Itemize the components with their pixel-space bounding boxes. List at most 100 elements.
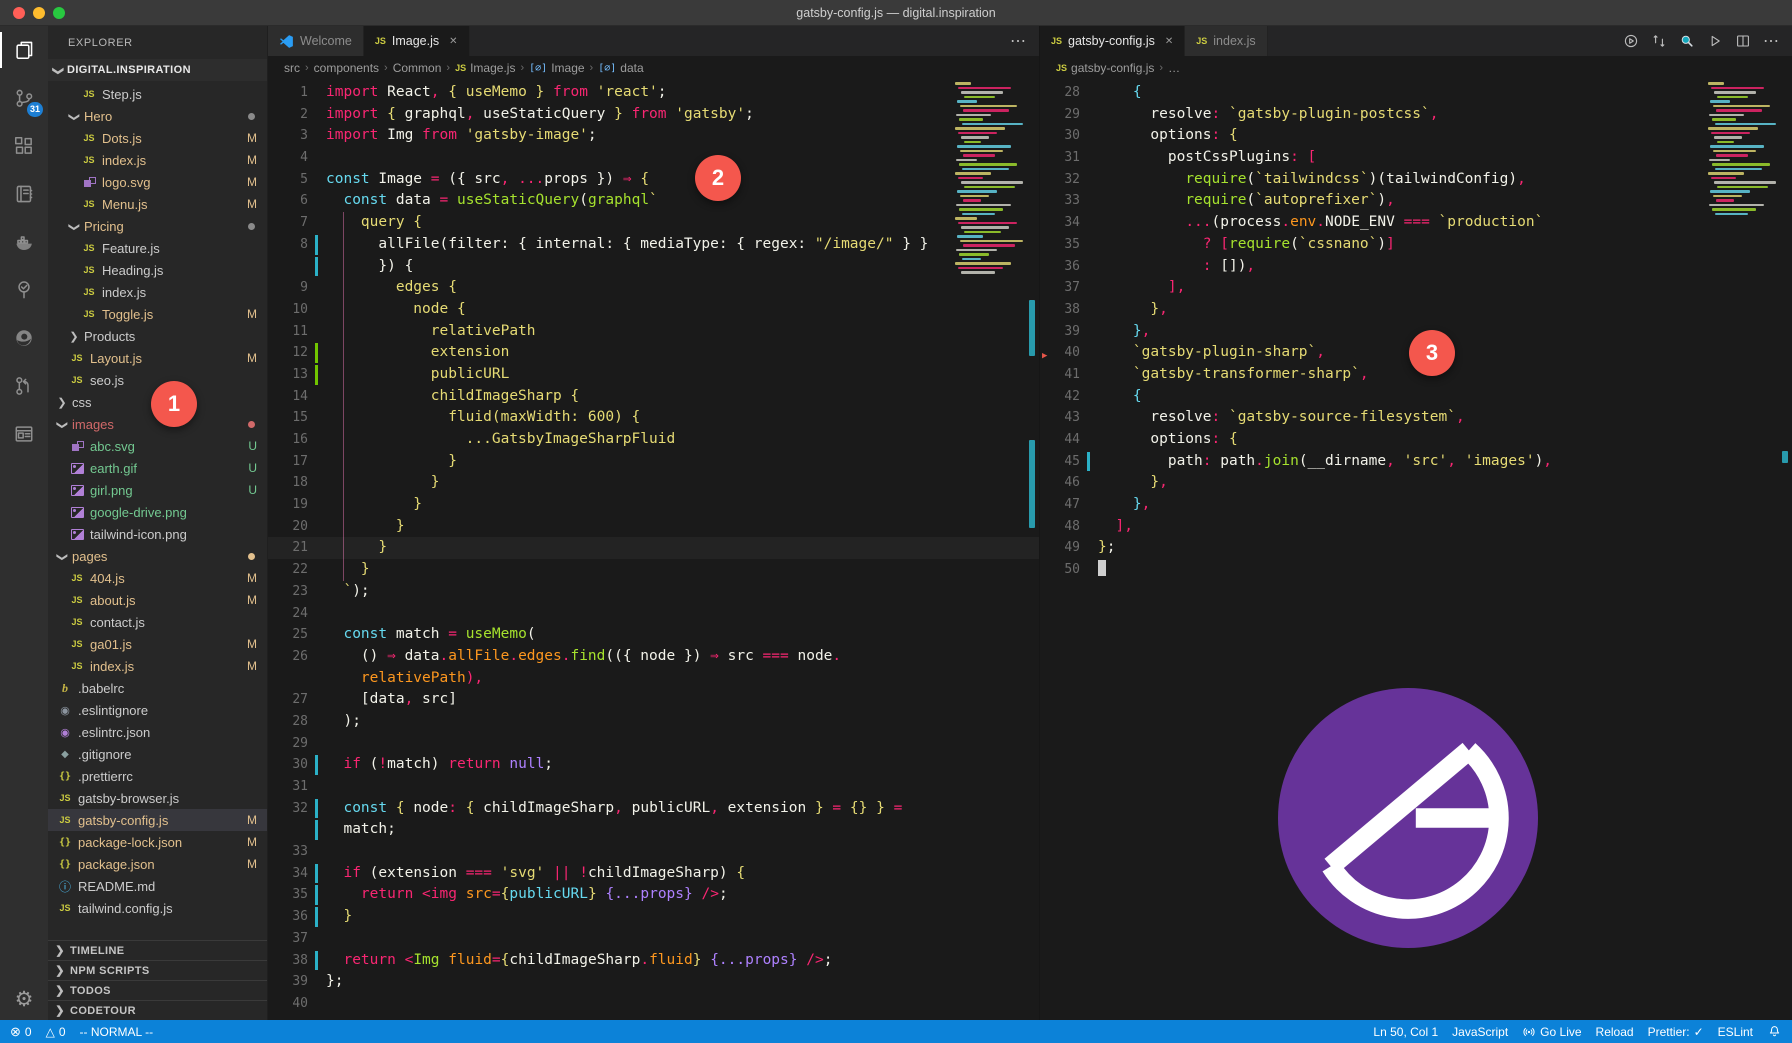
code-line[interactable]: 22 } bbox=[268, 559, 1039, 581]
tree-file-menu-js[interactable]: JSMenu.jsM bbox=[48, 193, 267, 215]
more-icon[interactable]: ⋯ bbox=[1763, 31, 1780, 51]
breadcrumb-item[interactable]: components bbox=[314, 61, 379, 75]
tree-file-gatsby-browser-js[interactable]: JSgatsby-browser.js bbox=[48, 787, 267, 809]
project-root[interactable]: ❯ DIGITAL.INSPIRATION bbox=[48, 59, 267, 81]
tree-file-ga01-js[interactable]: JSga01.jsM bbox=[48, 633, 267, 655]
code-line[interactable]: 37 bbox=[268, 928, 1039, 950]
tree-folder-hero[interactable]: ❯Hero bbox=[48, 105, 267, 127]
code-line[interactable]: 16 ...GatsbyImageSharpFluid bbox=[268, 429, 1039, 451]
status-0[interactable]: ⊗0 bbox=[10, 1024, 32, 1040]
code-line[interactable]: 42 { bbox=[1040, 386, 1792, 408]
code-line[interactable]: 28 ); bbox=[268, 711, 1039, 733]
status-eslint[interactable]: ESLint bbox=[1718, 1025, 1753, 1039]
code-line[interactable]: 33 bbox=[268, 841, 1039, 863]
code-line[interactable]: 47 }, bbox=[1040, 494, 1792, 516]
status-0[interactable]: △0 bbox=[46, 1025, 66, 1039]
code-line[interactable]: 9 edges { bbox=[268, 277, 1039, 299]
activity-window-preview-icon[interactable] bbox=[0, 410, 48, 458]
status-reload[interactable]: Reload bbox=[1596, 1025, 1634, 1039]
tree-file-toggle-js[interactable]: JSToggle.jsM bbox=[48, 303, 267, 325]
code-line[interactable]: 20 } bbox=[268, 516, 1039, 538]
status-ln-50-col-1[interactable]: Ln 50, Col 1 bbox=[1373, 1025, 1438, 1039]
tree-file-404-js[interactable]: JS404.jsM bbox=[48, 567, 267, 589]
breadcrumb-item[interactable]: JSgatsby-config.js bbox=[1056, 61, 1154, 75]
tree-file-step-js[interactable]: JSStep.js bbox=[48, 83, 267, 105]
tab-welcome[interactable]: Welcome bbox=[268, 26, 364, 56]
code-line[interactable]: 3import Img from 'gatsby-image'; bbox=[268, 125, 1039, 147]
tree-file-heading-js[interactable]: JSHeading.js bbox=[48, 259, 267, 281]
code-line[interactable]: 48 ], bbox=[1040, 516, 1792, 538]
code-line[interactable]: 35 ? [require(`cssnano`)] bbox=[1040, 234, 1792, 256]
activity-testing-icon[interactable] bbox=[0, 266, 48, 314]
code-line[interactable]: 30 if (!match) return null; bbox=[268, 754, 1039, 776]
code-line[interactable]: 18 } bbox=[268, 472, 1039, 494]
code-editor-imagejs[interactable]: 1import React, { useMemo } from 'react';… bbox=[268, 80, 1039, 1020]
close-window-icon[interactable] bbox=[13, 7, 25, 19]
split-editor-icon[interactable] bbox=[1735, 33, 1751, 49]
panel-npm-scripts[interactable]: ❯NPM SCRIPTS bbox=[48, 960, 267, 980]
tree-file-package-json[interactable]: {}package.jsonM bbox=[48, 853, 267, 875]
code-line[interactable]: 4 bbox=[268, 147, 1039, 169]
code-line[interactable]: 27 [data, src] bbox=[268, 689, 1039, 711]
code-line[interactable]: 23 `); bbox=[268, 581, 1039, 603]
activity-explorer-icon[interactable] bbox=[0, 26, 48, 74]
tree-file-earth-gif[interactable]: earth.gifU bbox=[48, 457, 267, 479]
code-line[interactable]: 31 bbox=[268, 776, 1039, 798]
code-line[interactable]: 29 bbox=[268, 733, 1039, 755]
tree-file-dots-js[interactable]: JSDots.jsM bbox=[48, 127, 267, 149]
search-globe-icon[interactable] bbox=[1679, 33, 1695, 49]
code-line[interactable]: 37 ], bbox=[1040, 277, 1792, 299]
code-line[interactable]: 34 ...(process.env.NODE_ENV === `product… bbox=[1040, 212, 1792, 234]
code-line[interactable]: 31 postCssPlugins: [ bbox=[1040, 147, 1792, 169]
code-line[interactable]: 19 } bbox=[268, 494, 1039, 516]
code-line[interactable]: 15 fluid(maxWidth: 600) { bbox=[268, 407, 1039, 429]
code-line[interactable]: 7 query { bbox=[268, 212, 1039, 234]
breadcrumb-item[interactable]: JSImage.js bbox=[455, 61, 515, 75]
tree-file-google-drive-png[interactable]: google-drive.png bbox=[48, 501, 267, 523]
code-line[interactable]: 36 } bbox=[268, 906, 1039, 928]
settings-gear-icon[interactable]: ⚙ bbox=[15, 987, 34, 1012]
code-line[interactable]: 24 bbox=[268, 603, 1039, 625]
tree-file-girl-png[interactable]: girl.pngU bbox=[48, 479, 267, 501]
activity-extensions-icon[interactable] bbox=[0, 122, 48, 170]
tree-folder-pages[interactable]: ❯pages bbox=[48, 545, 267, 567]
code-line[interactable]: 43 resolve: `gatsby-source-filesystem`, bbox=[1040, 407, 1792, 429]
code-line[interactable]: 50 bbox=[1040, 559, 1792, 581]
code-line[interactable]: 32 require(`tailwindcss`)(tailwindConfig… bbox=[1040, 169, 1792, 191]
code-line[interactable]: relativePath), bbox=[268, 668, 1039, 690]
status-javascript[interactable]: JavaScript bbox=[1452, 1025, 1508, 1039]
tree-file--eslintrc-json[interactable]: ◉.eslintrc.json bbox=[48, 721, 267, 743]
window-controls[interactable] bbox=[13, 7, 65, 19]
more-icon[interactable]: ⋯ bbox=[1010, 31, 1027, 51]
code-line[interactable]: 14 childImageSharp { bbox=[268, 386, 1039, 408]
code-line[interactable]: 1import React, { useMemo } from 'react'; bbox=[268, 82, 1039, 104]
minimize-window-icon[interactable] bbox=[33, 7, 45, 19]
code-line[interactable]: 39}; bbox=[268, 971, 1039, 993]
code-line[interactable]: 46 }, bbox=[1040, 472, 1792, 494]
breadcrumb-item[interactable]: src bbox=[284, 61, 300, 75]
tree-file-gatsby-config-js[interactable]: JSgatsby-config.jsM bbox=[48, 809, 267, 831]
code-line[interactable]: 44 options: { bbox=[1040, 429, 1792, 451]
breadcrumb-item[interactable]: … bbox=[1168, 61, 1180, 75]
tab-gatsby-config-js[interactable]: JSgatsby-config.js✕ bbox=[1040, 26, 1185, 56]
compare-icon[interactable] bbox=[1651, 33, 1667, 49]
status--normal-[interactable]: -- NORMAL -- bbox=[80, 1025, 154, 1039]
code-line[interactable]: 21 } bbox=[268, 537, 1039, 559]
tree-file-tailwind-config-js[interactable]: JStailwind.config.js bbox=[48, 897, 267, 919]
tree-file-tailwind-icon-png[interactable]: tailwind-icon.png bbox=[48, 523, 267, 545]
tree-file-index-js[interactable]: JSindex.jsM bbox=[48, 149, 267, 171]
tree-file-index-js[interactable]: JSindex.jsM bbox=[48, 655, 267, 677]
code-line[interactable]: 29 resolve: `gatsby-plugin-postcss`, bbox=[1040, 104, 1792, 126]
play-circle-icon[interactable] bbox=[1623, 33, 1639, 49]
tree-file--prettierrc[interactable]: {}.prettierrc bbox=[48, 765, 267, 787]
code-line[interactable]: 34 if (extension === 'svg' || !childImag… bbox=[268, 863, 1039, 885]
code-line[interactable]: 45 path: path.join(__dirname, 'src', 'im… bbox=[1040, 451, 1792, 473]
activity-docker-icon[interactable] bbox=[0, 218, 48, 266]
status-go-live[interactable]: Go Live bbox=[1522, 1025, 1581, 1039]
code-line[interactable]: 13 publicURL bbox=[268, 364, 1039, 386]
tree-file-logo-svg[interactable]: logo.svgM bbox=[48, 171, 267, 193]
code-line[interactable]: 32 const { node: { childImageSharp, publ… bbox=[268, 798, 1039, 820]
breadcrumb-item[interactable]: [∅]Image bbox=[529, 61, 584, 75]
tree-file-index-js[interactable]: JSindex.js bbox=[48, 281, 267, 303]
tree-file-layout-js[interactable]: JSLayout.jsM bbox=[48, 347, 267, 369]
